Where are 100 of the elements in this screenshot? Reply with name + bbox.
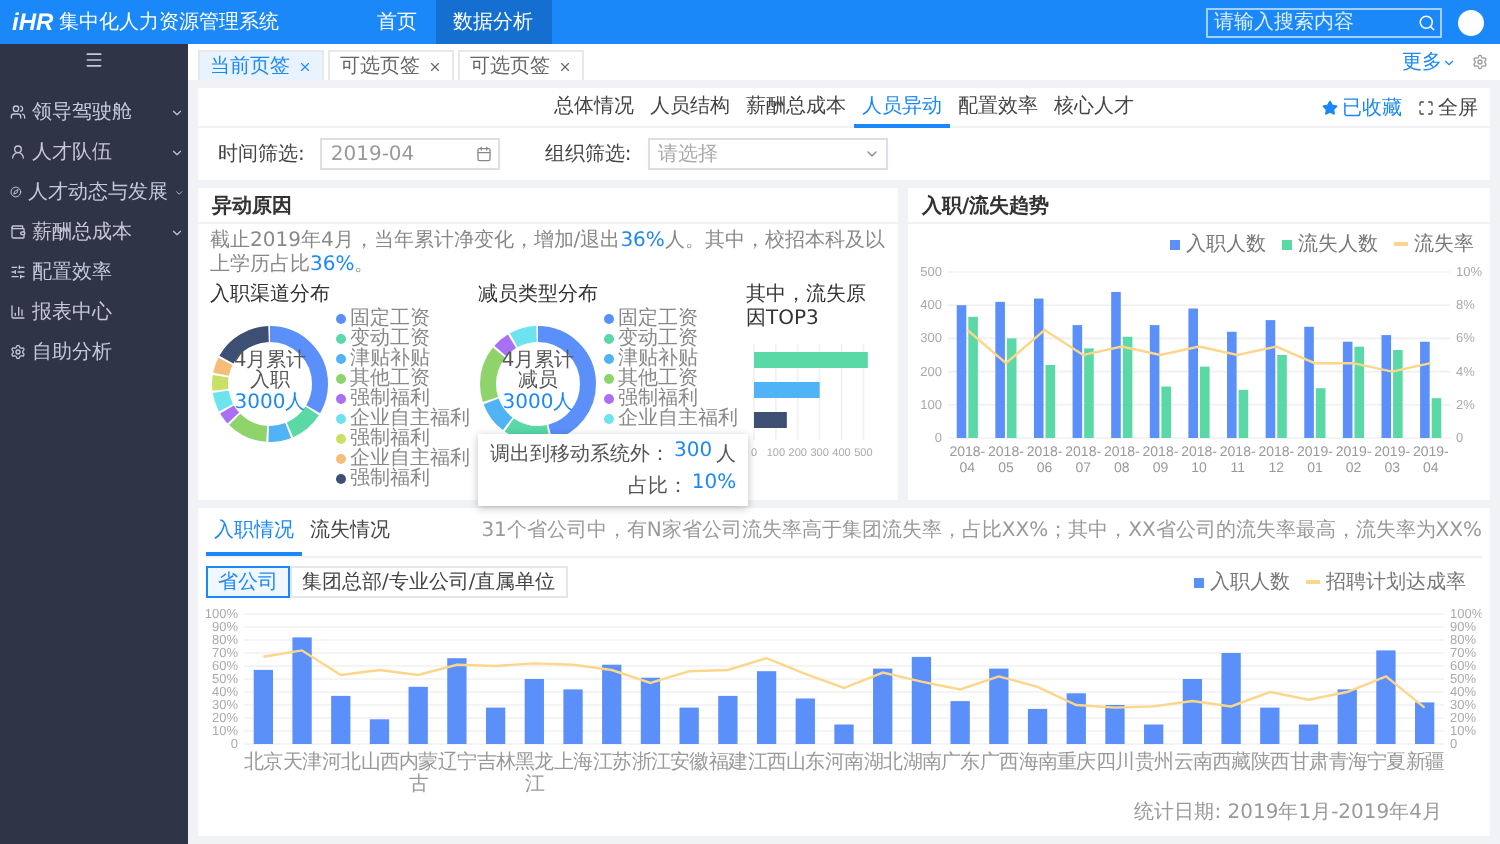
section-tab[interactable]: 薪酬总成本 xyxy=(738,87,854,127)
nav-item[interactable]: 首页 xyxy=(359,0,436,44)
search-icon[interactable] xyxy=(1418,13,1436,31)
filter-label: 时间筛选: xyxy=(218,141,305,168)
bar xyxy=(1182,679,1203,744)
legend-label: 其他工资 xyxy=(618,367,698,390)
axis-label: 河南 xyxy=(824,752,865,778)
bar xyxy=(1027,708,1048,744)
calendar-icon[interactable] xyxy=(476,146,493,162)
axis-label: 海南 xyxy=(1017,752,1058,778)
axis-label: 广西 xyxy=(979,752,1020,778)
panel-title: 入职/流失趋势 xyxy=(908,188,1490,224)
axis-label: 山东 xyxy=(785,752,826,778)
settings-icon[interactable] xyxy=(1472,54,1488,70)
sidebar-item[interactable]: 报表中心 xyxy=(0,292,188,332)
legend-label: 流失率 xyxy=(1414,231,1474,258)
axis-label: 北京 xyxy=(243,752,284,778)
sidebar-item[interactable]: 薪酬总成本 xyxy=(0,212,188,252)
bar xyxy=(447,658,467,744)
bar xyxy=(1105,705,1125,744)
close-icon[interactable] xyxy=(298,59,312,73)
legend-label: 企业自主福利 xyxy=(618,407,738,432)
tooltip-value: 300 xyxy=(674,440,713,466)
logo: iHR xyxy=(12,8,54,36)
scope-button[interactable]: 集团总部/专业公司/直属单位 xyxy=(290,566,568,598)
person-icon xyxy=(10,144,26,160)
wallet-icon xyxy=(10,224,26,240)
bar xyxy=(524,679,544,744)
fullscreen-button[interactable]: 全屏 xyxy=(1418,94,1478,122)
legend-label: 强制福利 xyxy=(618,387,698,410)
bar xyxy=(563,689,583,744)
bar xyxy=(369,719,390,744)
bar xyxy=(602,664,622,744)
summary-text: 31个省公司中，有N家省公司流失率高于集团流失率，占比XX%；其中，XX省公司的流失率最高，流失率为XX% xyxy=(479,520,1482,544)
close-icon[interactable] xyxy=(428,59,442,73)
tooltip-label: 占比： xyxy=(627,473,688,500)
donut-center-label: 4月累计减员 xyxy=(499,352,577,392)
legend-label: 招聘计划达成率 xyxy=(1326,569,1466,596)
axis-label: 青海 xyxy=(1327,752,1368,778)
axis-label: 四川 xyxy=(1095,752,1136,778)
menu-icon[interactable] xyxy=(84,50,104,70)
legend-label: 企业自主福利 xyxy=(350,407,470,430)
tab[interactable]: 入职情况 xyxy=(206,508,302,556)
sidebar-item[interactable]: 人才队伍 xyxy=(0,132,188,172)
close-icon[interactable] xyxy=(558,59,572,73)
users-icon xyxy=(10,104,26,120)
bar xyxy=(1221,653,1241,744)
more-link[interactable]: 更多 xyxy=(1402,48,1456,76)
axis-label: 吉林 xyxy=(475,752,516,778)
sidebar-item[interactable]: 自助分析 xyxy=(0,332,188,372)
bar xyxy=(408,686,428,744)
chevron-icon[interactable] xyxy=(863,146,880,162)
section-tab[interactable]: 配置效率 xyxy=(950,87,1046,127)
bar xyxy=(754,382,820,398)
bar xyxy=(679,707,699,744)
bar xyxy=(1415,702,1435,744)
avatar[interactable] xyxy=(1458,9,1484,35)
chevron-icon xyxy=(173,185,184,199)
bar xyxy=(331,695,351,744)
page-tab[interactable]: 可选页签 xyxy=(458,50,584,80)
select-field[interactable]: 请选择 xyxy=(647,138,888,170)
donut-chart xyxy=(210,324,330,444)
bar xyxy=(754,412,787,428)
nav-item[interactable]: 数据分析 xyxy=(435,0,552,44)
sidebar-item[interactable]: 人才动态与发展 xyxy=(0,172,188,212)
page-tab[interactable]: 可选页签 xyxy=(328,50,454,80)
axis-label: 陕西 xyxy=(1250,752,1291,778)
axis-label: 江苏 xyxy=(591,752,632,778)
chevron-icon xyxy=(170,105,184,119)
search-field[interactable]: 请输入搜索内容 xyxy=(1206,7,1442,37)
legend-label: 强制福利 xyxy=(350,387,430,410)
legend-label: 流失人数 xyxy=(1298,231,1378,258)
axis-label: 内蒙古 xyxy=(398,752,439,796)
axis-label: 上海 xyxy=(553,752,594,778)
bar xyxy=(485,707,506,744)
footnote: 统计日期: 2019年1月-2019年4月 xyxy=(1132,799,1444,826)
chart-title: 其中，流失原因TOP3 xyxy=(746,284,868,332)
section-tab[interactable]: 总体情况 xyxy=(546,87,642,127)
axis-label: 重庆 xyxy=(1056,752,1097,778)
section-tab[interactable]: 核心人才 xyxy=(1046,87,1142,127)
sidebar-item[interactable]: 领导驾驶舱 xyxy=(0,92,188,132)
axis-label: 宁夏 xyxy=(1366,752,1407,778)
tooltip-unit: 人 xyxy=(716,442,737,468)
bar xyxy=(795,698,815,744)
expand-icon xyxy=(1418,100,1434,116)
section-tab[interactable]: 人员异动 xyxy=(854,87,950,127)
sidebar-item[interactable]: 配置效率 xyxy=(0,252,188,292)
bar xyxy=(834,724,854,744)
bar xyxy=(1066,693,1086,744)
axis-label: 福建 xyxy=(709,752,747,778)
axis-label: 安徽 xyxy=(669,752,710,778)
legend-label: 企业自主福利 xyxy=(350,447,470,470)
bar xyxy=(1144,724,1164,744)
axis-label: 云南 xyxy=(1172,752,1213,778)
bar xyxy=(253,669,273,744)
tab[interactable]: 流失情况 xyxy=(302,508,398,556)
axis-label: 江西 xyxy=(746,752,786,778)
section-tab[interactable]: 人员结构 xyxy=(642,87,738,127)
tooltip-label: 调出到移动系统外： xyxy=(490,441,670,468)
favorite-button[interactable]: 已收藏 xyxy=(1322,94,1402,122)
